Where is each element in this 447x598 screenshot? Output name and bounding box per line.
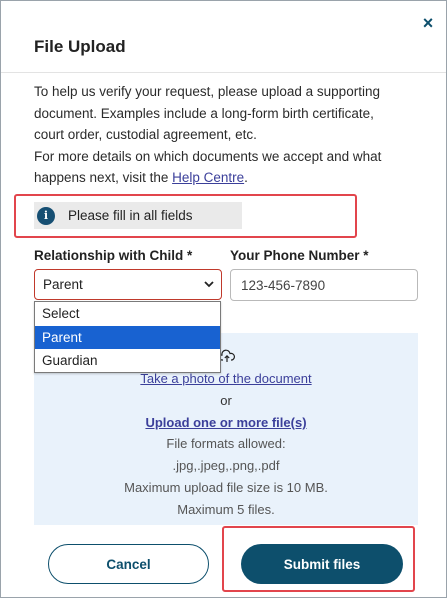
phone-input-value: 123-456-7890 [241, 277, 326, 293]
relationship-select[interactable]: Parent [34, 269, 222, 300]
help-centre-link[interactable]: Help Centre [172, 170, 244, 185]
description-suffix: . [244, 170, 248, 185]
cancel-button[interactable]: Cancel [48, 544, 209, 584]
dropdown-option-parent[interactable]: Parent [35, 325, 220, 349]
upload-files-link[interactable]: Upload one or more file(s) [34, 415, 418, 430]
chevron-down-icon [204, 281, 214, 288]
phone-input[interactable]: 123-456-7890 [230, 269, 418, 301]
dialog-title: File Upload [34, 37, 126, 56]
cloud-upload-icon [219, 349, 235, 362]
description-line: To help us verify your request, please u… [34, 84, 380, 99]
description-prefix: happens next, visit the [34, 170, 173, 185]
description-text: To help us verify your request, please u… [34, 81, 414, 189]
file-upload-dialog: × File Upload To help us verify your req… [0, 0, 447, 598]
submit-files-button[interactable]: Submit files [241, 544, 403, 584]
relationship-dropdown-list: Select Parent Guardian [34, 301, 221, 373]
relationship-label: Relationship with Child * [34, 248, 193, 263]
max-size-text: Maximum upload file size is 10 MB. [124, 480, 328, 495]
or-text: or [220, 393, 232, 408]
close-button[interactable]: × [418, 13, 438, 33]
relationship-select-value: Parent [43, 277, 83, 292]
formats-label: File formats allowed: [166, 436, 286, 451]
description-line: For more details on which documents we a… [34, 148, 382, 164]
formats-text: .jpg,.jpeg,.png,.pdf [172, 458, 280, 473]
dropdown-option-select[interactable]: Select [35, 302, 220, 326]
description-line: happens next, visit the Help Centre. [34, 167, 414, 189]
description-line: document. Examples include a long-form b… [34, 105, 374, 121]
divider [1, 72, 446, 73]
max-files-text: Maximum 5 files. [177, 502, 275, 517]
description-line: court order, custodial agreement, etc. [34, 127, 257, 142]
close-icon: × [422, 13, 434, 33]
phone-label: Your Phone Number * [230, 248, 369, 263]
take-photo-link[interactable]: Take a photo of the document [34, 371, 418, 386]
alert-highlight-box [14, 194, 357, 238]
dropdown-option-guardian[interactable]: Guardian [35, 349, 220, 373]
